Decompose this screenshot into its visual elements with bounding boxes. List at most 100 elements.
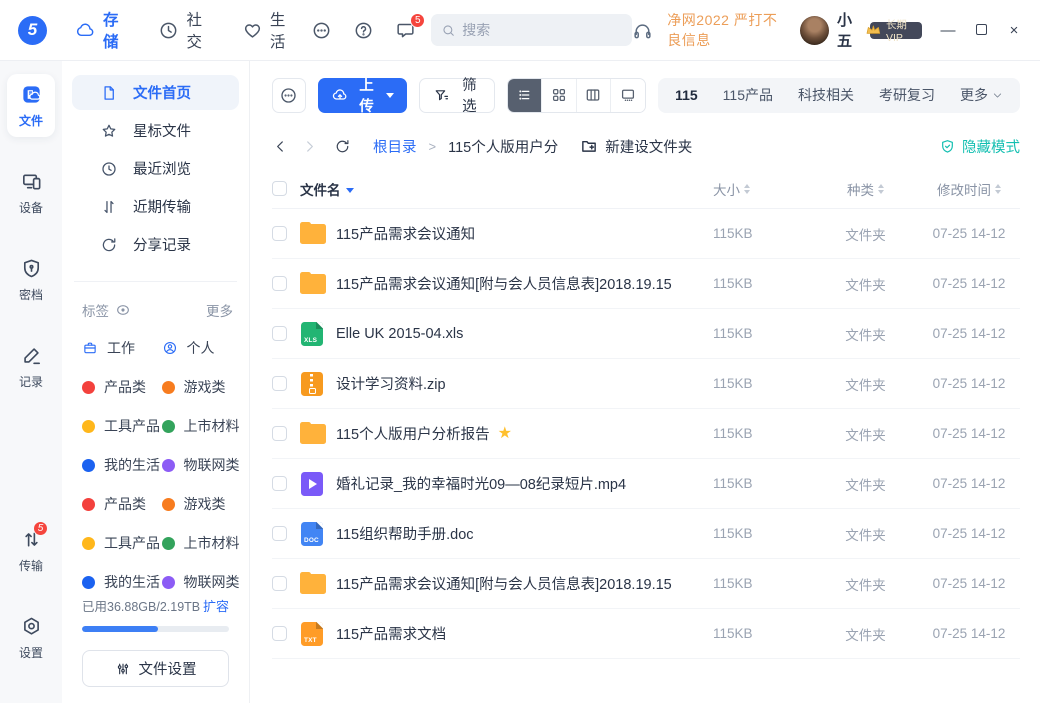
grid-view-button[interactable] [542, 79, 576, 112]
file-row[interactable]: 婚礼记录_我的幸福时光09—08纪录短片.mp4 115KB 文件夹 07-25… [272, 459, 1020, 509]
help-button[interactable] [353, 20, 374, 41]
search-input[interactable] [462, 22, 622, 38]
search-box[interactable] [431, 14, 632, 46]
tag-个人[interactable]: 个人 [162, 338, 242, 358]
column-header-name[interactable]: 文件名 [300, 179, 713, 199]
tag-物联网类[interactable]: 物联网类 [162, 455, 242, 475]
rail-item-记录[interactable]: 记录 [7, 335, 55, 398]
file-row[interactable]: TXT 115产品需求文档 115KB 文件夹 07-25 14-12 [272, 609, 1020, 659]
avatar[interactable] [800, 16, 829, 45]
row-checkbox[interactable] [272, 526, 287, 541]
vip-badge[interactable]: 长期VIP [870, 22, 922, 39]
row-checkbox[interactable] [272, 476, 287, 491]
file-row[interactable]: 115产品需求会议通知 115KB 文件夹 07-25 14-12 [272, 209, 1020, 259]
rail-item-传输[interactable]: 传输5 [7, 519, 55, 582]
file-type: 文件夹 [813, 324, 918, 344]
row-checkbox[interactable] [272, 326, 287, 341]
file-settings-button[interactable]: 文件设置 [82, 650, 229, 687]
tag-上市材料[interactable]: 上市材料 [162, 416, 242, 436]
tag-产品类[interactable]: 产品类 [82, 377, 162, 397]
tags-more-link[interactable]: 更多 [206, 300, 233, 320]
tag-游戏类[interactable]: 游戏类 [162, 377, 242, 397]
topnav-社交[interactable]: 社交 [158, 8, 207, 52]
list-view-button[interactable] [508, 79, 542, 112]
select-all-checkbox[interactable] [272, 181, 287, 196]
tag-color-dot [162, 459, 175, 472]
device-view-button[interactable] [611, 79, 645, 112]
topnav-生活[interactable]: 生活 [242, 8, 291, 52]
file-row[interactable]: 115个人版用户分析报告★ 115KB 文件夹 07-25 14-12 [272, 409, 1020, 459]
upload-button[interactable]: 上传 [318, 78, 408, 113]
tag-产品类[interactable]: 产品类 [82, 494, 162, 514]
file-row[interactable]: DOC 115组织帮助手册.doc 115KB 文件夹 07-25 14-12 [272, 509, 1020, 559]
tag-我的生活[interactable]: 我的生活 [82, 455, 162, 475]
files-tile-icon [20, 83, 43, 106]
star-icon: ★ [498, 426, 512, 442]
rail-item-密档[interactable]: 密档 [7, 248, 55, 311]
app-logo[interactable]: 5 [18, 16, 47, 45]
rail-item-设备[interactable]: 设备 [7, 161, 55, 224]
star-icon [100, 122, 118, 140]
sidebar-item-分享记录[interactable]: 分享记录 [72, 227, 239, 262]
close-button[interactable]: × [1006, 23, 1022, 38]
tag-color-dot [162, 498, 175, 511]
tab-更多[interactable]: 更多 [960, 85, 1003, 105]
row-checkbox[interactable] [272, 626, 287, 641]
tag-工具产品[interactable]: 工具产品 [82, 416, 162, 436]
file-row[interactable]: XLS Elle UK 2015-04.xls 115KB 文件夹 07-25 … [272, 309, 1020, 359]
row-checkbox[interactable] [272, 226, 287, 241]
file-row[interactable]: 115产品需求会议通知[附与会人员信息表]2018.19.15 115KB 文件… [272, 259, 1020, 309]
minimize-button[interactable]: — [940, 23, 956, 38]
rail-item-设置[interactable]: 设置 [7, 606, 55, 669]
row-checkbox[interactable] [272, 276, 287, 291]
hidden-mode-toggle[interactable]: 隐藏模式 [939, 136, 1020, 157]
row-checkbox[interactable] [272, 376, 287, 391]
tag-工具产品[interactable]: 工具产品 [82, 533, 162, 553]
headphones-button[interactable] [632, 20, 653, 41]
updown-icon [100, 198, 118, 216]
forward-button[interactable] [301, 138, 318, 155]
rail-item-文件[interactable]: 文件 [7, 74, 55, 137]
file-type: 文件夹 [813, 274, 918, 294]
new-folder-button[interactable]: 新建设文件夹 [580, 136, 692, 157]
messages-button[interactable]: 5 [395, 20, 416, 41]
row-checkbox[interactable] [272, 576, 287, 591]
tab-115产品[interactable]: 115产品 [723, 85, 773, 105]
column-header-type[interactable]: 种类 [813, 179, 918, 199]
sidebar-item-近期传输[interactable]: 近期传输 [72, 189, 239, 224]
tab-科技相关[interactable]: 科技相关 [798, 85, 854, 105]
breadcrumb-root[interactable]: 根目录 [373, 136, 417, 157]
tag-上市材料[interactable]: 上市材料 [162, 533, 242, 553]
row-checkbox[interactable] [272, 426, 287, 441]
topnav-存储[interactable]: 存储 [75, 8, 124, 52]
tab-115[interactable]: 115 [675, 87, 698, 103]
column-header-size[interactable]: 大小 [713, 179, 813, 199]
back-button[interactable] [272, 138, 289, 155]
tag-物联网类[interactable]: 物联网类 [162, 572, 242, 592]
tab-考研复习[interactable]: 考研复习 [879, 85, 935, 105]
file-name: 115产品需求会议通知 [336, 223, 713, 244]
file-row[interactable]: 115产品需求会议通知[附与会人员信息表]2018.19.15 115KB 文件… [272, 559, 1020, 609]
more-apps-button[interactable] [311, 20, 332, 41]
file-size: 115KB [713, 476, 813, 491]
video-file-icon [300, 472, 326, 496]
tag-游戏类[interactable]: 游戏类 [162, 494, 242, 514]
file-type: 文件夹 [813, 374, 918, 394]
tag-工作[interactable]: 工作 [82, 338, 162, 358]
username[interactable]: 小五 [837, 9, 860, 51]
primary-nav-rail: 文件设备密档记录传输5 设置 [0, 61, 62, 703]
file-row[interactable]: 设计学习资料.zip 115KB 文件夹 07-25 14-12 [272, 359, 1020, 409]
sidebar-item-文件首页[interactable]: 文件首页 [72, 75, 239, 110]
column-header-time[interactable]: 修改时间 [918, 179, 1020, 199]
filter-button[interactable]: 筛选 [419, 78, 495, 113]
rail-spacer [0, 422, 62, 519]
sidebar-item-最近浏览[interactable]: 最近浏览 [72, 151, 239, 186]
tag-我的生活[interactable]: 我的生活 [82, 572, 162, 592]
sidebar-item-星标文件[interactable]: 星标文件 [72, 113, 239, 148]
sidebar-menu: 文件首页星标文件最近浏览近期传输分享记录 [62, 75, 249, 265]
column-view-button[interactable] [577, 79, 611, 112]
expand-storage-link[interactable]: 扩容 [203, 596, 229, 615]
more-actions-button[interactable] [272, 78, 306, 113]
refresh-button[interactable] [334, 138, 351, 155]
maximize-button[interactable] [973, 23, 989, 38]
